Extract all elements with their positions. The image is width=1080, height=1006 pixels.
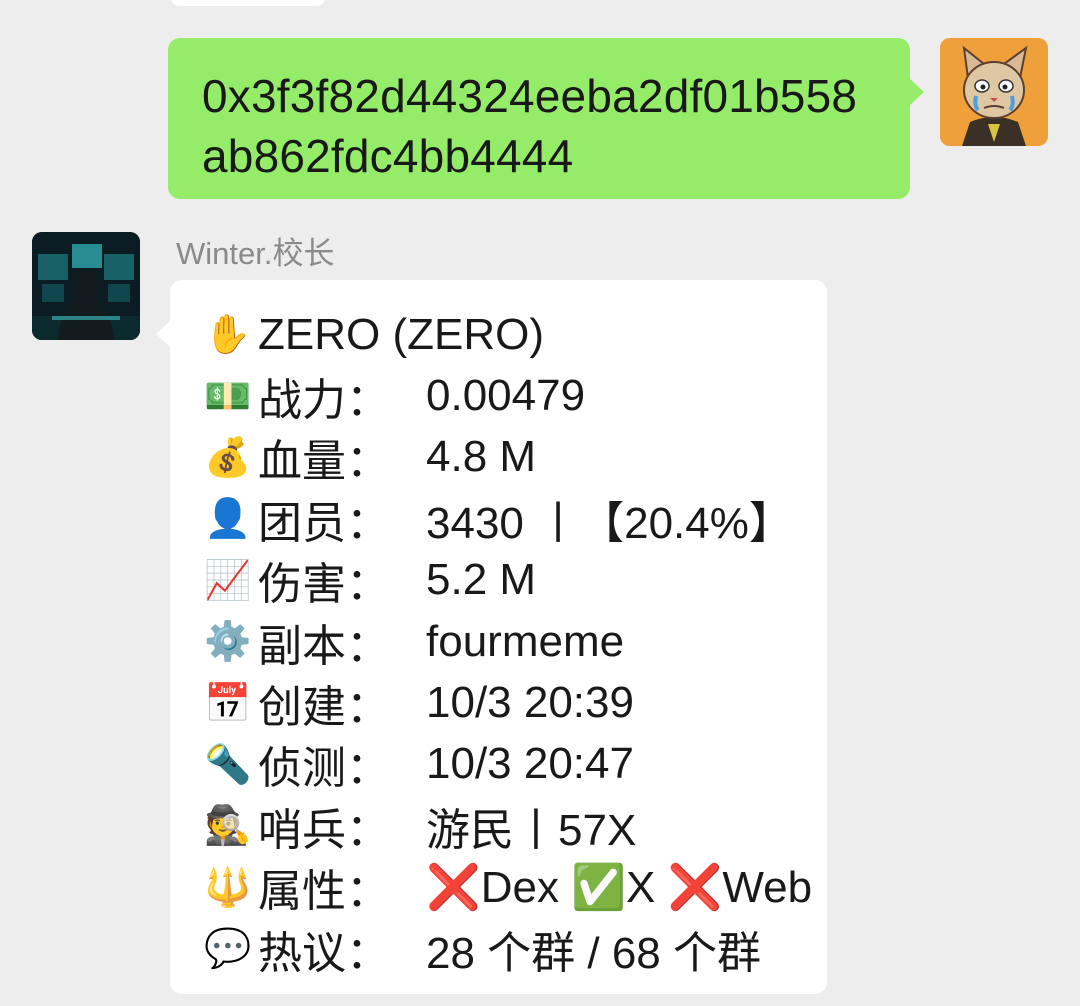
sender-avatar[interactable]: [32, 232, 140, 340]
money-bag-icon: 💰: [204, 434, 252, 479]
info-key: 团员：: [258, 498, 390, 548]
contract-address-line-2: ab862fdc4bb4444: [202, 130, 574, 182]
info-key: 属性：: [258, 867, 390, 917]
contract-address-line-1: 0x3f3f82d44324eeba2df01b558: [202, 70, 858, 122]
info-row-members: 👤 团员： 3430 丨【20.4%】: [202, 488, 827, 549]
info-row-created: 📅 创建： 10/3 20:39: [202, 672, 827, 733]
info-value: 4.8 M: [426, 432, 537, 482]
info-value: 游民丨57X: [426, 805, 637, 855]
info-value: 0.00479: [426, 371, 586, 421]
info-key: 侦测：: [258, 744, 390, 794]
info-key: 副本：: [258, 621, 390, 671]
info-value: fourmeme: [426, 616, 625, 666]
dollar-banknote-icon: 💵: [204, 373, 252, 418]
outgoing-message-bubble[interactable]: 0x3f3f82d44324eeba2df01b558 ab862fdc4bb4…: [168, 38, 924, 199]
info-row-power: 💵 战力： 0.00479: [202, 365, 827, 426]
chart-increasing-icon: 📈: [204, 557, 252, 602]
previous-message-bubble[interactable]: [170, 0, 326, 6]
info-value: 28 个群 / 68 个群: [426, 928, 762, 978]
info-row-discussion: 💬 热议： 28 个群 / 68 个群: [202, 918, 827, 979]
trident-icon: 🔱: [204, 864, 252, 909]
info-row-hp: 💰 血量： 4.8 M: [202, 427, 827, 488]
raised-hand-icon: ✋: [204, 312, 252, 357]
info-value: 10/3 20:39: [426, 678, 634, 728]
hacker-monitors-avatar-icon: [32, 232, 140, 340]
info-row-sentinel: 🕵 哨兵： 游民丨57X: [202, 795, 827, 856]
info-key: 创建：: [258, 683, 390, 733]
flashlight-icon: 🔦: [204, 741, 252, 786]
speech-bubble-icon: 💬: [204, 926, 252, 971]
self-avatar[interactable]: [940, 38, 1048, 146]
info-key: 伤害：: [258, 560, 390, 610]
info-row-attributes: 🔱 属性： ❌Dex ✅X ❌Web: [202, 857, 827, 918]
info-value: 10/3 20:47: [426, 739, 634, 789]
gear-icon: ⚙️: [204, 619, 252, 664]
cartoon-cat-avatar-icon: [940, 38, 1048, 146]
detective-icon: 🕵: [204, 803, 252, 848]
calendar-icon: 📅: [204, 680, 252, 725]
info-value: 3430 丨【20.4%】: [426, 498, 793, 548]
info-value: ❌Dex ✅X ❌Web: [426, 863, 813, 913]
sender-name: Winter.校长: [176, 236, 335, 271]
info-key: 战力：: [258, 376, 390, 426]
info-key: 热议：: [258, 928, 390, 978]
info-key: 血量：: [258, 437, 390, 487]
token-title: ZERO (ZERO): [258, 309, 544, 359]
info-value: 5.2 M: [426, 555, 537, 605]
person-silhouette-icon: 👤: [204, 496, 252, 541]
info-key: 哨兵：: [258, 805, 390, 855]
info-row-dungeon: ⚙️ 副本： fourmeme: [202, 611, 827, 672]
info-row-damage: 📈 伤害： 5.2 M: [202, 550, 827, 611]
info-row-detected: 🔦 侦测： 10/3 20:47: [202, 734, 827, 795]
incoming-message-bubble[interactable]: ✋ ZERO (ZERO) 💵 战力： 0.00479 💰 血量： 4.8 M …: [156, 280, 827, 994]
token-title-row: ✋ ZERO (ZERO): [202, 304, 827, 365]
